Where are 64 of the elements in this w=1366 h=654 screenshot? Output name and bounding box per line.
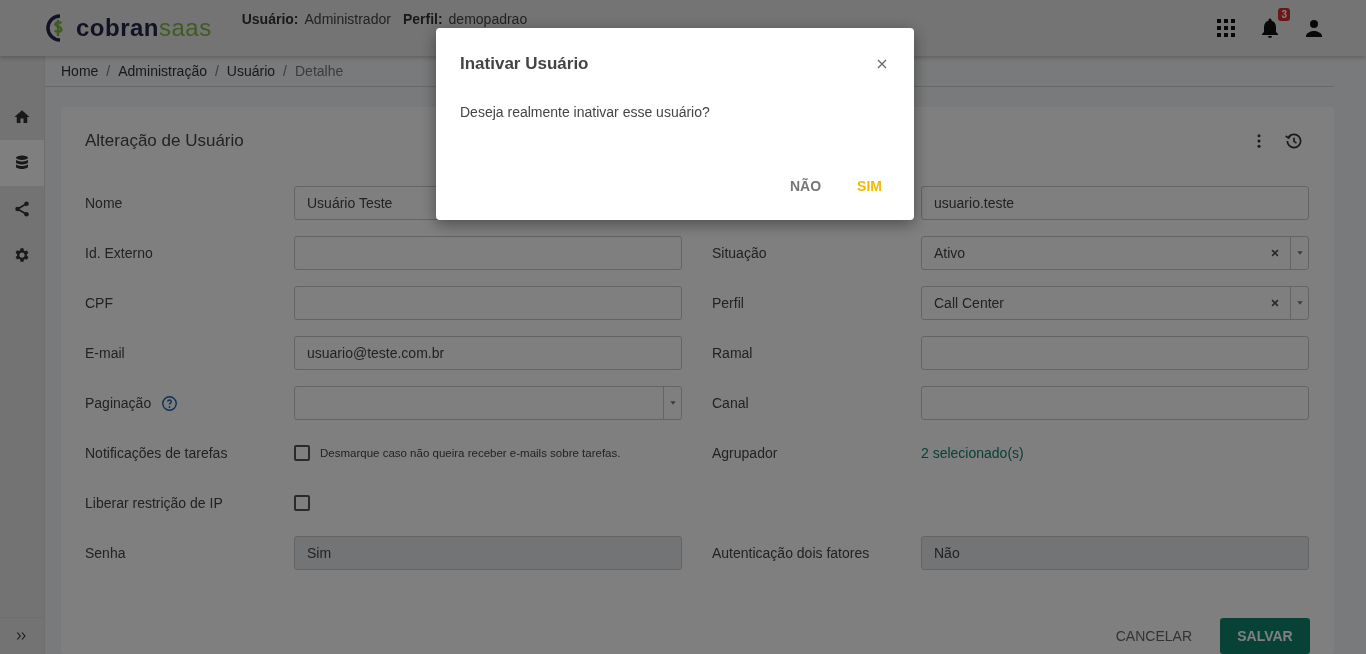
field-label: Perfil: [712, 295, 744, 311]
profile-label: Perfil:: [402, 11, 443, 27]
readonly-field: Não: [921, 536, 1309, 570]
share-icon: [13, 200, 31, 218]
field-label: Nome: [85, 195, 123, 211]
save-button[interactable]: SALVAR: [1220, 618, 1310, 654]
close-button[interactable]: [876, 58, 888, 70]
cancel-button[interactable]: CANCELAR: [1115, 618, 1192, 654]
select-value: Ativo: [934, 245, 967, 261]
breadcrumb-separator: /: [106, 63, 111, 79]
field-label: Situação: [712, 245, 767, 261]
field-label: CPF: [85, 295, 113, 311]
settings-icon: [13, 246, 31, 264]
user-label: Usuário:: [241, 11, 299, 27]
help-icon[interactable]: [161, 394, 179, 412]
input-field[interactable]: [921, 386, 1309, 420]
selection-link[interactable]: 2 selecionado(s): [921, 445, 1024, 461]
caret-icon: [1295, 249, 1304, 257]
field-label: E-mail: [85, 345, 125, 361]
field-label: Notificações de tarefas: [85, 445, 228, 461]
field-label: Canal: [712, 395, 749, 411]
select-value: Call Center: [934, 295, 1006, 311]
caret-icon: [668, 399, 677, 407]
clear-icon[interactable]: [1270, 298, 1280, 308]
field-label: Agrupador: [712, 445, 778, 461]
profile-name: demopadrao: [448, 11, 528, 27]
breadcrumb-link[interactable]: Home: [61, 63, 99, 79]
logo-text: cobransaas: [76, 14, 212, 42]
close-icon: [876, 58, 888, 70]
home-icon: [13, 108, 31, 126]
field-label: Senha: [85, 545, 126, 561]
field-label: Id. Externo: [85, 245, 153, 261]
caret-icon: [1295, 299, 1304, 307]
input-field[interactable]: usuario@teste.com.br: [294, 336, 682, 370]
notification-badge: 3: [1278, 8, 1290, 21]
input-field[interactable]: [921, 336, 1309, 370]
select-field[interactable]: [294, 386, 682, 420]
dialog-message: Deseja realmente inativar esse usuário?: [460, 104, 711, 120]
field-label: Liberar restrição de IP: [85, 495, 223, 511]
sidebar-item[interactable]: [0, 140, 44, 186]
breadcrumb-separator: /: [283, 63, 287, 79]
database-icon: [13, 154, 31, 172]
select-field[interactable]: Ativo: [921, 236, 1309, 270]
readonly-field: Sim: [294, 536, 682, 570]
checkbox[interactable]: [294, 495, 310, 511]
field-label: Ramal: [712, 345, 753, 361]
input-field[interactable]: [294, 236, 682, 270]
dialog-title: Inativar Usuário: [460, 54, 589, 74]
apps-icon[interactable]: [1214, 16, 1238, 40]
checkbox-hint: Desmarque caso não queira receber e-mails sobre tarefas.: [320, 447, 621, 459]
breadcrumb-link[interactable]: Administração: [118, 63, 207, 79]
history-icon[interactable]: [1284, 131, 1304, 151]
field-label: Paginação: [85, 395, 152, 411]
checkbox[interactable]: [294, 445, 310, 461]
input-field[interactable]: [294, 286, 682, 320]
clear-icon[interactable]: [1270, 248, 1280, 258]
decline-button[interactable]: NÃO: [782, 172, 830, 200]
select-field[interactable]: Call Center: [921, 286, 1309, 320]
card-title: Alteração de Usuário: [85, 131, 244, 151]
breadcrumb-link[interactable]: Usuário: [226, 63, 276, 79]
field-label: Autenticação dois fatores: [712, 545, 870, 561]
breadcrumb-separator: /: [214, 63, 219, 79]
input-field[interactable]: usuario.teste: [921, 186, 1309, 220]
user-name: Administrador: [304, 11, 391, 27]
